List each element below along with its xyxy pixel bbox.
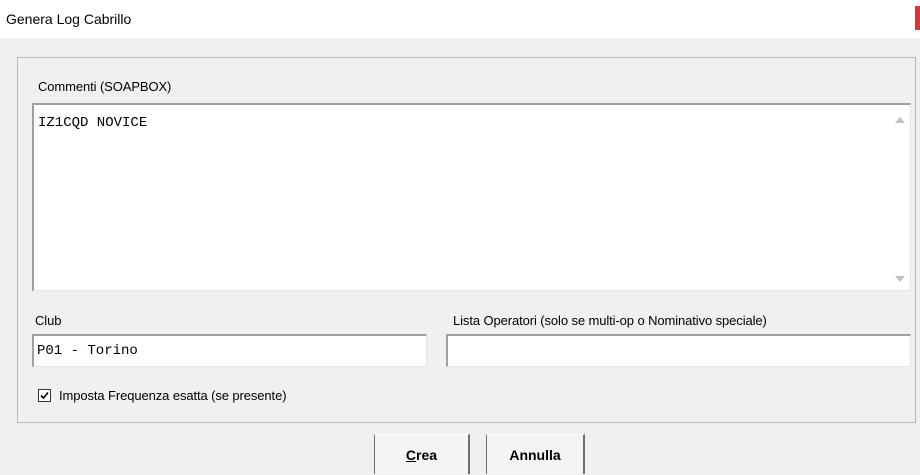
- exact-frequency-label[interactable]: Imposta Frequenza esatta (se presente): [59, 388, 287, 403]
- exact-frequency-checkbox[interactable]: [38, 389, 51, 402]
- soapbox-scrollbar[interactable]: [890, 105, 910, 290]
- create-button[interactable]: Crea: [374, 434, 470, 474]
- soapbox-text: IZ1CQD NOVICE: [38, 115, 148, 131]
- operators-label: Lista Operatori (solo se multi-op o Nomi…: [453, 313, 767, 328]
- soapbox-label: Commenti (SOAPBOX): [38, 79, 172, 94]
- close-button-edge[interactable]: [915, 6, 920, 30]
- soapbox-textarea[interactable]: IZ1CQD NOVICE: [32, 103, 911, 291]
- club-label: Club: [35, 313, 62, 328]
- cancel-button[interactable]: Annulla: [486, 434, 585, 474]
- operators-input[interactable]: [446, 334, 911, 367]
- window-title: Genera Log Cabrillo: [6, 11, 132, 27]
- checkmark-icon: [40, 391, 49, 400]
- scroll-down-icon[interactable]: [895, 276, 905, 282]
- title-bar: Genera Log Cabrillo: [0, 0, 920, 38]
- scroll-up-icon[interactable]: [895, 117, 905, 123]
- create-button-label: Crea: [405, 447, 438, 463]
- club-input[interactable]: P01 - Torino: [32, 334, 427, 367]
- cancel-button-label: Annulla: [509, 447, 561, 463]
- club-value: P01 - Torino: [37, 343, 138, 359]
